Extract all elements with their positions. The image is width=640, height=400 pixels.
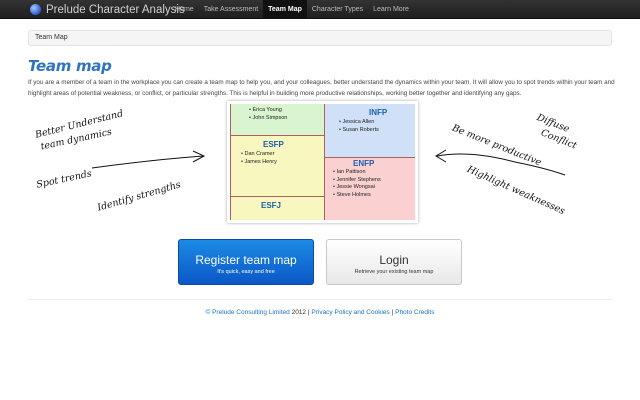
map-name: Erica Young (249, 107, 287, 115)
photo-credits-link[interactable]: Photo Credits (395, 309, 434, 316)
map-name: Susan Roberts (339, 127, 378, 135)
map-name: Jessie Wongsai (333, 184, 381, 192)
map-cell: ESFP Dan Cramer James Henry (230, 135, 325, 197)
map-name: John Simpson (249, 115, 287, 123)
map-name: Jennifer Stephens (333, 177, 380, 185)
register-button-subtitle: It's quick, easy and free (217, 269, 275, 275)
register-team-map-button[interactable]: Register team map It's quick, easy and f… (178, 239, 314, 285)
login-button[interactable]: Login Retrieve your existing team map (326, 239, 462, 285)
footer-separator: | (391, 309, 394, 316)
map-cell: ENFP Ian Pattison Jennifer Stephens Jess… (324, 157, 415, 220)
map-name: Steve Holmes (333, 192, 381, 200)
privacy-policy-link[interactable]: Privacy Policy and Cookies (311, 309, 389, 316)
type-label: ENFP (353, 159, 375, 168)
map-name: Ian Pattison (333, 169, 381, 177)
register-button-title: Register team map (195, 253, 297, 267)
type-label: INFP (369, 108, 388, 117)
map-cell: Erica Young John Simpson (230, 104, 325, 136)
map-cell: ESFJ (230, 196, 325, 220)
team-map-preview: Erica Young John Simpson INFP Jessica Al… (227, 101, 418, 223)
map-cell: INFP Jessica Allen Susan Roberts (324, 104, 415, 158)
login-button-title: Login (379, 253, 409, 267)
footer: © Prelude Consulting Limited 2012 | Priv… (0, 309, 640, 316)
login-button-subtitle: Retrieve your existing team map (354, 269, 434, 275)
footer-divider (28, 299, 612, 300)
type-label: ESFJ (261, 201, 282, 210)
footer-separator: | (307, 309, 310, 316)
map-name: James Henry (241, 159, 276, 167)
type-label: ENFJ (353, 219, 373, 220)
map-name: Jessica Allen (339, 119, 379, 127)
copyright-year: 2012 (291, 309, 307, 316)
type-label: ESFP (263, 140, 284, 149)
map-name: Dan Cramer (241, 151, 277, 159)
company-link[interactable]: © Prelude Consulting Limited (205, 309, 289, 316)
